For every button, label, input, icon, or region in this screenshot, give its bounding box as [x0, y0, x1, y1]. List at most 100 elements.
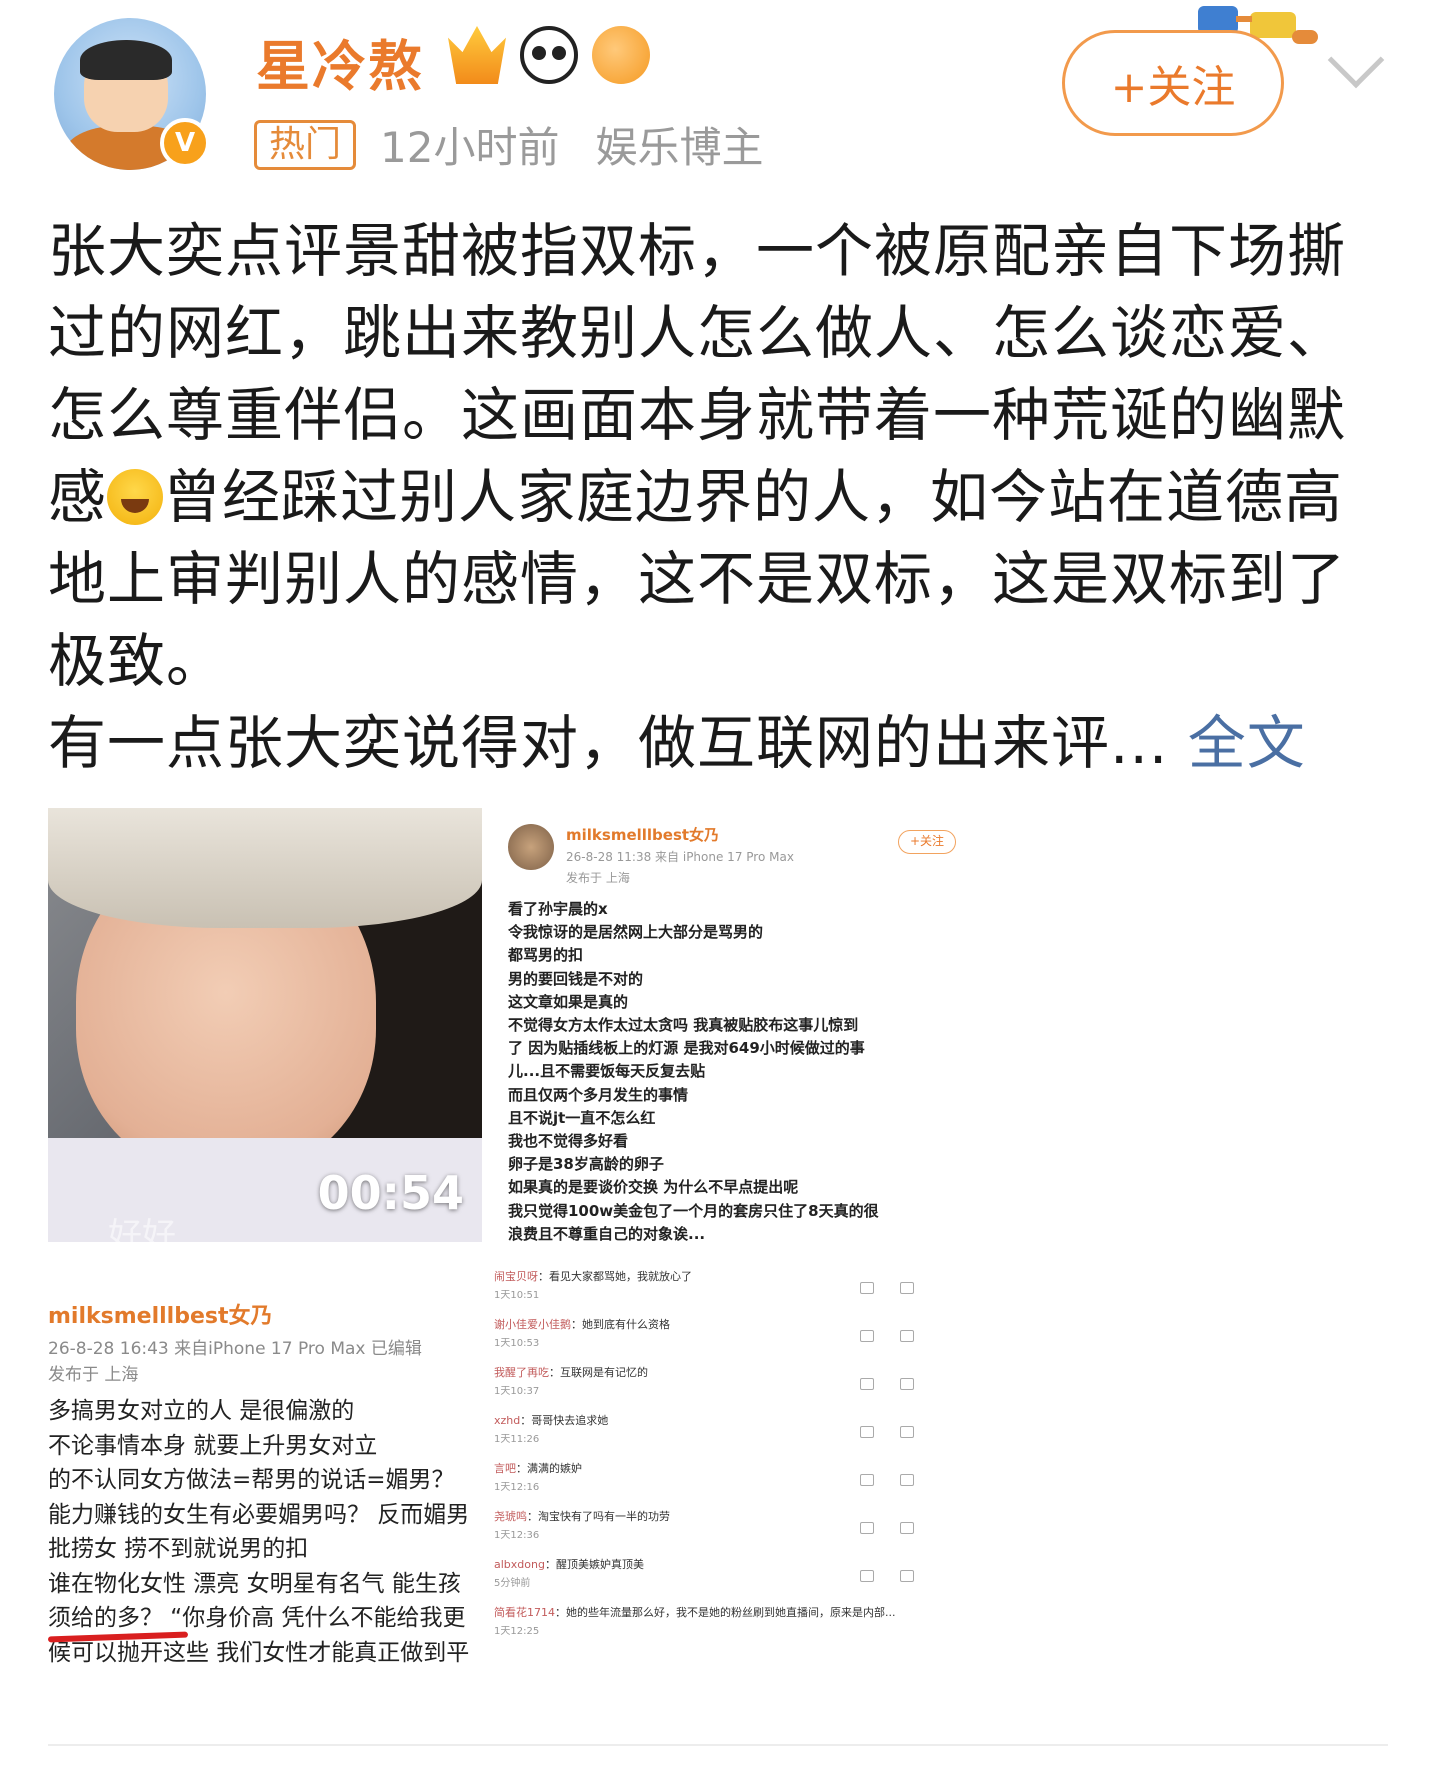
username[interactable]: 星冷熬 [256, 22, 424, 101]
shot1-username: milksmelllbest女乃 [566, 826, 720, 844]
comment-user: 谢小佳爱小佳鹅 [494, 1318, 571, 1331]
reply-icon [860, 1330, 874, 1342]
video-headband [48, 808, 482, 928]
comment-item: 谢小佳爱小佳鹅：她到底有什么资格 1天10:53 [494, 1316, 978, 1370]
comment-actions [860, 1570, 914, 1584]
shot1-line: 不觉得女方太作太过太贪吗 我真被贴胶布这事儿惊到 [508, 1016, 859, 1035]
comment-time: 1天11:26 [494, 1434, 540, 1445]
screenshot-image-3-comments[interactable]: 闹宝贝呀：看见大家都骂她，我就放心了 1天10:51 谢小佳爱小佳鹅：她到底有什… [494, 1268, 978, 1688]
comment-text: ：哥哥快去追求她 [520, 1414, 609, 1427]
shot2-line: 批捞女 捞不到就说男的扣 [48, 1536, 309, 1562]
comment-user: albxdong [494, 1558, 545, 1571]
comment-text: ：满满的嫉妒 [516, 1462, 582, 1475]
shot1-line: 看了孙宇晨的x [508, 900, 608, 918]
shot1-line: 且不说jt一直不怎么红 [508, 1108, 656, 1127]
shot2-line: 谁在物化女性 漂亮 女明星有名气 能生孩 [48, 1570, 461, 1597]
shot1-line: 这文章如果是真的 [508, 992, 629, 1011]
comment-time: 1天10:37 [494, 1386, 540, 1397]
shot2-text: 多搞男女对立的人 是很偏激的 不论事情本身 就要上升男女对立 的不认同女方做法=… [48, 1394, 469, 1670]
shot2-line: 候可以抛开这些 我们女性才能真正做到平 [48, 1639, 470, 1666]
comment-time: 5分钟前 [494, 1578, 531, 1589]
comment-text: ：看见大家都骂她，我就放心了 [538, 1270, 692, 1283]
like-icon [900, 1426, 914, 1438]
like-icon [900, 1570, 914, 1582]
author-role: 娱乐博主 [595, 123, 764, 172]
shot1-line: 而且仅两个多月发生的事情 [508, 1085, 689, 1104]
comment-user: 尧琥鸣 [494, 1510, 527, 1523]
comment-text: ：醒顶美嫉妒真顶美 [544, 1558, 644, 1571]
post-paragraph-2: 有一点张大奕说得对，做互联网的出来评... 全文 [48, 702, 1398, 784]
like-icon [900, 1330, 914, 1342]
fish-badge-icon [592, 26, 650, 84]
shot2-line: 须给的多？ “你身价高 凭什么不能给我更 [48, 1605, 466, 1631]
chevron-down-icon[interactable] [1327, 31, 1385, 89]
follow-button[interactable]: +关注 [1062, 30, 1284, 136]
reply-icon [860, 1474, 874, 1486]
comment-actions [860, 1330, 914, 1344]
reply-icon [860, 1522, 874, 1534]
shot1-line: 令我惊讶的是居然网上大部分是骂男的 [508, 923, 764, 942]
comment-text: ：她的些年流量那么好，我不是她的粉丝刷到她直播间，原来是内部... [555, 1606, 896, 1619]
shot2-meta-2: 发布于 上海 [48, 1365, 139, 1385]
comment-actions [860, 1474, 914, 1488]
screenshot-image-1[interactable]: milksmelllbest女乃 26-8-28 11:38 来自 iPhone… [494, 808, 978, 1242]
comment-user: xzhd [494, 1414, 521, 1427]
comment-user: 我醒了再吃 [494, 1366, 549, 1379]
crown-badge-icon [448, 26, 506, 84]
video-duration: 00:54 [317, 1166, 464, 1220]
screenshot-image-2[interactable]: milksmelllbest女乃 26-8-28 16:43 来自iPhone … [48, 1278, 482, 1678]
comment-user: 闹宝贝呀 [494, 1270, 538, 1283]
post-text-truncated: 有一点张大奕说得对，做互联网的出来评... [48, 709, 1169, 777]
shot1-avatar [508, 824, 554, 870]
shot2-meta-1: 26-8-28 16:43 来自iPhone 17 Pro Max 已编辑 [48, 1339, 422, 1359]
comment-item: 闹宝贝呀：看见大家都骂她，我就放心了 1天10:51 [494, 1268, 978, 1322]
video-thumbnail[interactable]: 好好 00:54 [48, 808, 482, 1242]
avatar-hair [80, 40, 172, 80]
user-badges [448, 26, 650, 84]
shot1-line: 如果真的是要谈价交换 为什么不早点提出呢 [508, 1178, 799, 1197]
reply-icon [860, 1378, 874, 1390]
shot1-header: milksmelllbest女乃 26-8-28 11:38 来自 iPhone… [508, 824, 794, 887]
shot1-follow-button: +关注 [898, 830, 956, 854]
comment-item: xzhd：哥哥快去追求她 1天11:26 [494, 1412, 978, 1466]
verified-v-icon: V [160, 118, 210, 168]
shot2-line: 能力赚钱的女生有必要媚男吗？ 反而媚男 [48, 1501, 470, 1528]
post-text-part-b: 曾经踩过别人家庭边界的人，如今站在道德高地上审判别人的感情，这不是双标，这是双标… [48, 463, 1347, 695]
reply-icon [860, 1282, 874, 1294]
comment-item: 言吧：满满的嫉妒 1天12:16 [494, 1460, 978, 1514]
shot2-line: 的不认同女方做法=帮男的说话=媚男？ [48, 1467, 455, 1493]
shot1-line: 浪费且不尊重自己的对象诶... [508, 1224, 706, 1242]
shot1-line: 都骂男的扣 [508, 946, 584, 965]
panda-badge-icon [520, 26, 578, 84]
shot1-line: 了 因为贴插线板上的灯源 是我对649小时候做过的事 [508, 1039, 865, 1058]
comment-item: 尧琥鸣：淘宝快有了吗有一半的功劳 1天12:36 [494, 1508, 978, 1562]
comment-actions [860, 1426, 914, 1440]
comment-item: 简看花1714：她的些年流量那么好，我不是她的粉丝刷到她直播间，原来是内部...… [494, 1604, 978, 1658]
shot2-line: 多搞男女对立的人 是很偏激的 [48, 1398, 355, 1424]
comment-user: 简看花1714 [494, 1606, 555, 1619]
comment-text: ：她到底有什么资格 [571, 1318, 670, 1331]
shot1-line: 儿...且不需要饭每天反复去贴 [508, 1062, 706, 1081]
comment-text: ：淘宝快有了吗有一半的功劳 [527, 1510, 670, 1523]
hot-tag: 热门 [254, 119, 357, 170]
comment-time: 1天12:36 [494, 1530, 540, 1541]
laugh-cry-emoji-icon [107, 469, 164, 525]
shot1-meta-2: 发布于 上海 [566, 871, 630, 885]
shot2-meta: 26-8-28 16:43 来自iPhone 17 Pro Max 已编辑 发布… [48, 1336, 422, 1388]
like-icon [900, 1522, 914, 1534]
shot1-meta-1: 26-8-28 11:38 来自 iPhone 17 Pro Max [566, 850, 794, 864]
shot1-line: 我只觉得100w美金包了一个月的套房只住了8天真的很 [508, 1201, 879, 1220]
like-icon [900, 1378, 914, 1390]
comment-item: 我醒了再吃：互联网是有记忆的 1天10:37 [494, 1364, 978, 1418]
comment-item: albxdong：醒顶美嫉妒真顶美 5分钟前 [494, 1556, 978, 1610]
video-subtitle: 好好 [108, 1216, 176, 1242]
shot1-text: 看了孙宇晨的x 令我惊讶的是居然网上大部分是骂男的 都骂男的扣 男的要回钱是不对… [508, 898, 879, 1242]
shot2-username: milksmelllbest女乃 [48, 1304, 273, 1329]
comment-actions [860, 1378, 914, 1392]
comment-time: 1天10:51 [494, 1290, 540, 1301]
comment-time: 1天10:53 [494, 1338, 540, 1349]
comment-user: 言吧 [494, 1462, 516, 1475]
comment-time: 1天12:16 [494, 1482, 540, 1493]
comment-actions [860, 1522, 914, 1536]
expand-full-text-link[interactable]: 全文 [1188, 709, 1306, 777]
